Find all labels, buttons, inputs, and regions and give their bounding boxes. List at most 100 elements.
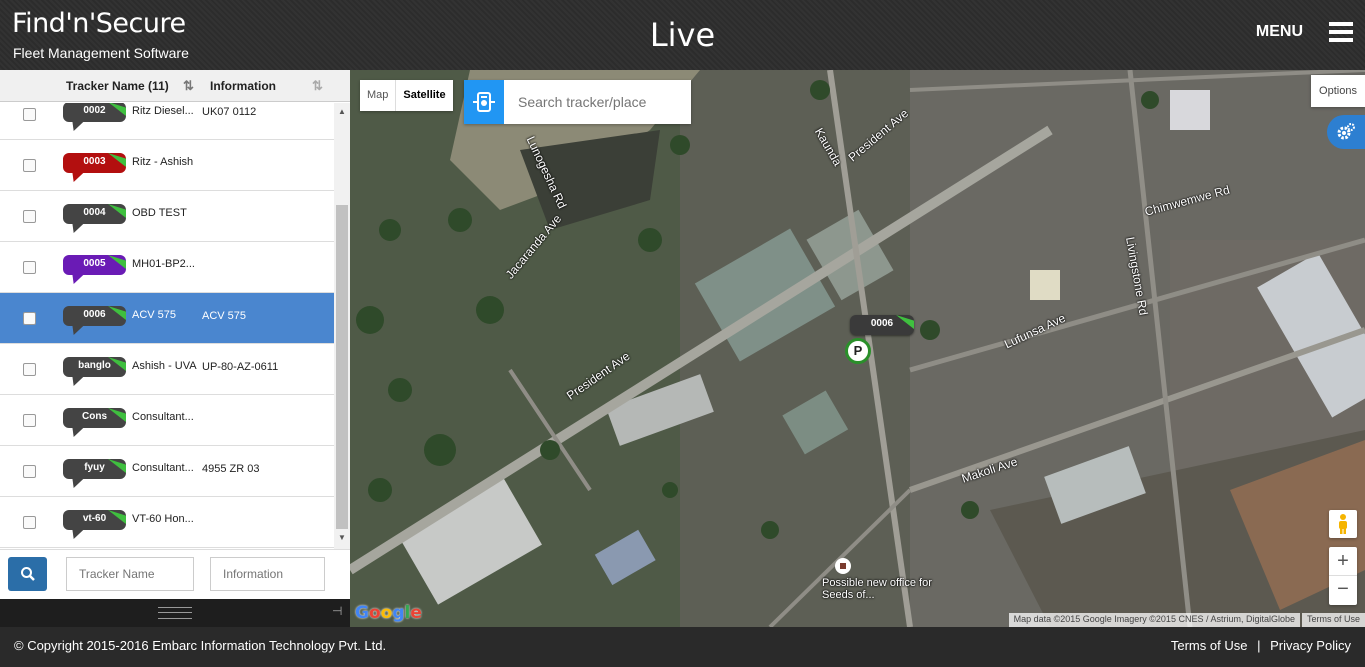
device-locate-icon [473, 92, 495, 112]
tracker-badge-pointer [67, 427, 85, 437]
tracker-badge: 0005 [63, 255, 126, 275]
map-data-credit: Map data ©2015 Google Imagery ©2015 CNES… [1008, 613, 1300, 627]
tracker-badge-pointer [67, 274, 85, 284]
menu-button[interactable]: MENU [1256, 22, 1353, 42]
place-label[interactable]: Possible new office for Seeds of... [822, 577, 932, 601]
google-logo-letter: o [380, 603, 393, 623]
tracker-badge: 0002 [63, 103, 126, 122]
google-logo[interactable]: Google [355, 603, 422, 623]
tracker-badge-pointer [67, 172, 85, 182]
tracker-information: 4955 ZR 03 [202, 463, 260, 475]
tracker-marker-label: 0006 [850, 315, 914, 335]
tracker-checkbox[interactable] [23, 261, 36, 274]
tracker-name: VT-60 Hon... [132, 513, 194, 525]
column-header-tracker-name[interactable]: Tracker Name (11) [66, 79, 169, 93]
tracker-checkbox[interactable] [23, 516, 36, 529]
tracker-badge: vt-60 [63, 510, 126, 530]
google-logo-letter: g [392, 603, 405, 623]
tracker-information: ACV 575 [202, 310, 247, 322]
zoom-out-button[interactable]: − [1329, 576, 1357, 605]
tracker-name: Ritz - Ashish [132, 156, 194, 168]
parking-icon: P [845, 338, 871, 364]
column-header-information[interactable]: Information [210, 79, 276, 93]
tracker-checkbox[interactable] [23, 414, 36, 427]
app-window: Find'n'Secure Fleet Management Software … [0, 0, 1365, 667]
tracker-row[interactable]: Cons Consultant... [0, 395, 334, 446]
tracker-information: UK07 0112 [202, 106, 257, 118]
tracker-information: UP-80-AZ-0611 [202, 361, 279, 373]
settings-button[interactable] [1327, 115, 1365, 149]
map-attribution: Map data ©2015 Google Imagery ©2015 CNES… [1008, 613, 1365, 627]
tracker-list-header: Tracker Name (11) ⇅ Information ⇅ [0, 70, 350, 102]
tracker-sidebar: Tracker Name (11) ⇅ Information ⇅ 0002 Ri… [0, 70, 350, 627]
tracker-badge-pointer [67, 121, 85, 131]
tracker-badge: banglo [63, 357, 126, 377]
google-logo-letter: e [410, 603, 422, 623]
footer-separator: | [1257, 638, 1261, 653]
tracker-name: OBD TEST [132, 207, 187, 219]
privacy-policy-link[interactable]: Privacy Policy [1270, 638, 1351, 653]
search-tracker-place-input[interactable] [504, 80, 691, 124]
information-filter-input[interactable] [210, 557, 325, 591]
map-view[interactable]: President Ave Kaunda President Ave Jacar… [350, 70, 1365, 627]
tracker-row[interactable]: 0004 OBD TEST [0, 191, 334, 242]
tracker-checkbox[interactable] [23, 363, 36, 376]
gears-icon [1337, 123, 1355, 140]
tracker-checkbox[interactable] [23, 210, 36, 223]
place-marker-icon[interactable] [835, 558, 851, 574]
street-view-pegman-icon[interactable] [1329, 510, 1357, 538]
tracker-name: Consultant... [132, 411, 194, 423]
sidebar-footer: ⊣ [0, 599, 350, 627]
hamburger-icon [1329, 22, 1353, 42]
tracker-list: 0002 Ritz Diesel... UK07 0112 0003 Ritz - As… [0, 103, 334, 549]
zoom-control: + − [1329, 547, 1357, 605]
tracker-name: Ritz Diesel... [132, 105, 194, 117]
tracker-badge: fyuy [63, 459, 126, 479]
header-bar: Find'n'Secure Fleet Management Software … [0, 0, 1365, 70]
filter-search-button[interactable] [8, 557, 47, 591]
map-type-control: Map Satellite [360, 80, 453, 111]
tracker-checkbox[interactable] [23, 465, 36, 478]
resize-handle-icon[interactable] [158, 607, 192, 619]
tracker-row[interactable]: 0006 ACV 575 ACV 575 [0, 293, 334, 344]
tracker-badge-pointer [67, 529, 85, 539]
tracker-row[interactable]: banglo Ashish - UVA UP-80-AZ-0611 [0, 344, 334, 395]
tracker-row[interactable]: vt-60 VT-60 Hon... [0, 497, 334, 548]
locate-tracker-button[interactable] [464, 80, 504, 124]
zoom-in-button[interactable]: + [1329, 547, 1357, 576]
footer-bar: © Copyright 2015-2016 Embarc Information… [0, 627, 1365, 667]
scroll-down-arrow-icon[interactable]: ▼ [338, 533, 346, 542]
tracker-row[interactable]: 0005 MH01-BP2... [0, 242, 334, 293]
tracker-checkbox[interactable] [23, 108, 36, 121]
tracker-checkbox[interactable] [23, 159, 36, 172]
tracker-badge: 0006 [63, 306, 126, 326]
filter-bar [0, 549, 350, 599]
sort-icon[interactable]: ⇅ [312, 78, 323, 94]
tracker-name: MH01-BP2... [132, 258, 195, 270]
tracker-name-filter-input[interactable] [66, 557, 194, 591]
tracker-badge-pointer [67, 478, 85, 488]
tracker-row[interactable]: 0002 Ritz Diesel... UK07 0112 [0, 103, 334, 140]
scrollbar-thumb[interactable] [336, 205, 348, 529]
pin-icon[interactable]: ⊣ [332, 604, 342, 618]
search-icon [20, 567, 35, 581]
page-title: Live [649, 16, 716, 54]
menu-label: MENU [1255, 23, 1303, 40]
tracker-row[interactable]: fyuy Consultant... 4955 ZR 03 [0, 446, 334, 497]
tracker-row[interactable]: 0003 Ritz - Ashish [0, 140, 334, 191]
map-search-box [464, 80, 691, 124]
terms-of-use-link[interactable]: Terms of Use [1171, 638, 1248, 653]
tracker-checkbox[interactable] [23, 312, 36, 325]
tracker-name: ACV 575 [132, 309, 177, 321]
map-type-satellite-button[interactable]: Satellite [395, 80, 452, 111]
tracker-badge: 0003 [63, 153, 126, 173]
tracker-badge-pointer [67, 223, 85, 233]
scroll-up-arrow-icon[interactable]: ▲ [338, 107, 346, 116]
map-terms-link[interactable]: Terms of Use [1301, 613, 1365, 627]
copyright-text: © Copyright 2015-2016 Embarc Information… [14, 638, 387, 653]
options-button[interactable]: Options [1311, 75, 1365, 107]
tracker-list-scrollbar[interactable]: ▲ ▼ [334, 103, 350, 549]
map-type-map-button[interactable]: Map [360, 80, 395, 111]
sort-ascending-icon[interactable]: ⇅ [183, 78, 194, 94]
tracker-name: Consultant... [132, 462, 194, 474]
